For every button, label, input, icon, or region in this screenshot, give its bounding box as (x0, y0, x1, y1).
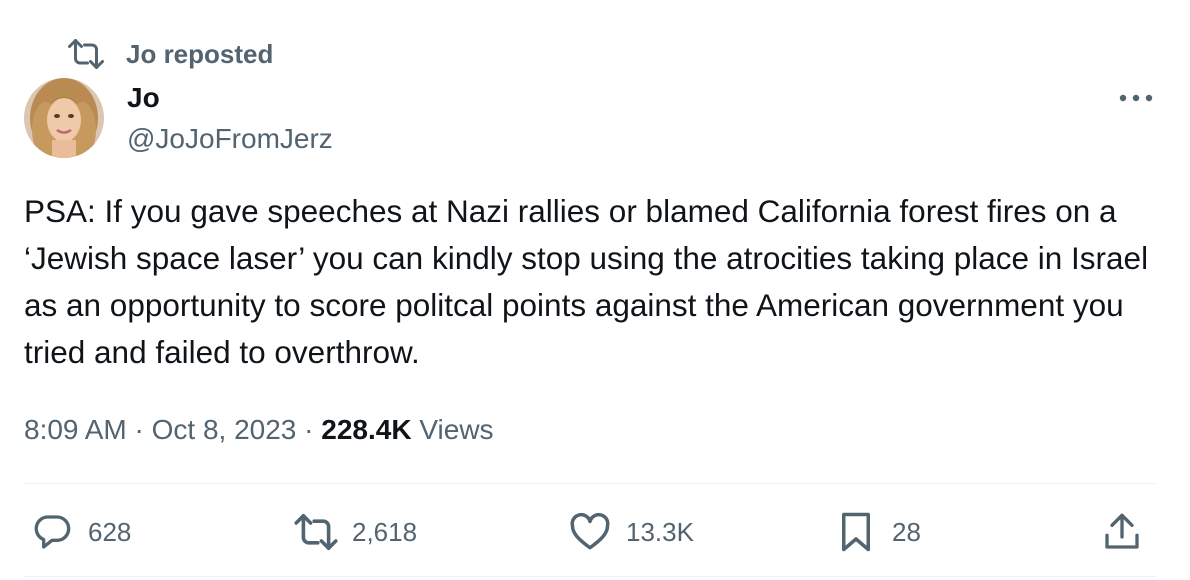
tweet-text: PSA: If you gave speeches at Nazi rallie… (24, 193, 1149, 370)
tweet-date[interactable]: Oct 8, 2023 (152, 414, 297, 445)
bookmark-icon (834, 510, 878, 554)
tweet-meta: 8:09 AM · Oct 8, 2023 · 228.4K Views (24, 410, 494, 450)
heart-icon (568, 510, 612, 554)
divider (24, 483, 1156, 484)
views-label[interactable]: Views (419, 414, 493, 445)
repost-label: Jo reposted (126, 38, 274, 69)
repost-count: 2,618 (352, 516, 418, 547)
bookmark-button[interactable]: 28 (834, 510, 921, 554)
reply-count: 628 (88, 516, 132, 547)
tweet-time[interactable]: 8:09 AM (24, 414, 127, 445)
repost-indicator[interactable]: Jo reposted (68, 36, 273, 72)
more-options-button[interactable] (1116, 84, 1156, 112)
reply-icon (30, 510, 74, 554)
meta-separator: · (304, 414, 314, 445)
views-count[interactable]: 228.4K (321, 414, 411, 445)
share-icon (1100, 510, 1144, 554)
more-options-icon (1119, 94, 1153, 102)
user-handle[interactable]: @JoJoFromJerz (127, 121, 333, 157)
share-button[interactable] (1100, 510, 1158, 554)
meta-separator: · (134, 414, 144, 445)
like-count: 13.3K (626, 516, 694, 547)
like-button[interactable]: 13.3K (568, 510, 694, 554)
reply-button[interactable]: 628 (30, 510, 131, 554)
divider (24, 576, 1156, 577)
display-name[interactable]: Jo (127, 80, 160, 116)
repost-icon (294, 510, 338, 554)
repost-button[interactable]: 2,618 (294, 510, 417, 554)
avatar[interactable] (24, 78, 104, 158)
bookmark-count: 28 (892, 516, 921, 547)
repost-icon (68, 36, 106, 72)
